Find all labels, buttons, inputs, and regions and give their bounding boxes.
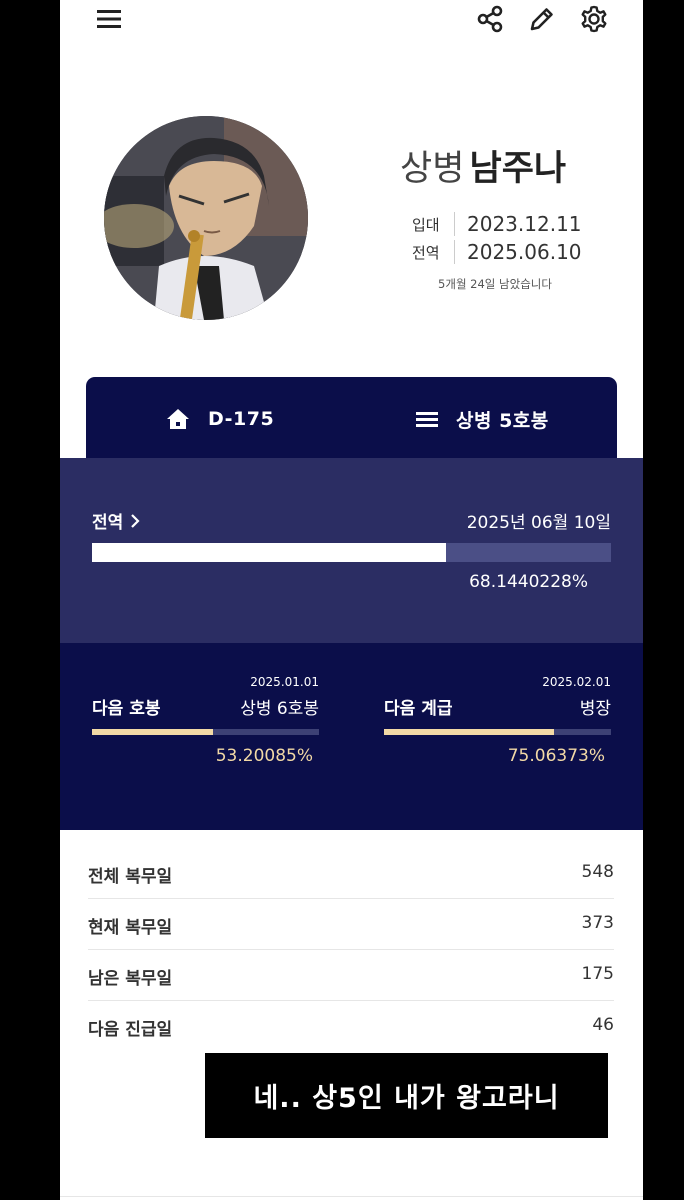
discharge-label: 전역 xyxy=(412,243,440,262)
stat-label: 현재 복무일 xyxy=(88,918,173,938)
next-rank-label: 다음 계급 xyxy=(384,699,453,719)
next-rank-value: 병장 xyxy=(579,699,611,719)
stat-row: 다음 진급일 46 xyxy=(88,1001,614,1052)
enlist-label: 입대 xyxy=(412,215,440,234)
profile-avatar[interactable] xyxy=(104,116,308,320)
dday-card: D-175 상병 5호봉 xyxy=(86,377,617,467)
discharge-row: 전역 2025.06.10 xyxy=(412,238,582,266)
stat-row: 전체 복무일 548 xyxy=(88,848,614,899)
discharge-percent: 68.1440228% xyxy=(469,572,588,592)
next-rank-bar xyxy=(384,729,611,735)
next-promotion-section: 2025.01.01 다음 호봉 상병 6호봉 53.20085% 2025.0… xyxy=(60,643,643,830)
stat-value: 373 xyxy=(581,913,614,933)
profile-name: 상병 남주나 xyxy=(400,140,566,194)
stat-value: 175 xyxy=(581,964,614,984)
next-pay-fill xyxy=(92,729,213,735)
stat-value: 46 xyxy=(592,1015,614,1035)
next-rank-date: 2025.02.01 xyxy=(542,675,611,689)
pencil-icon[interactable] xyxy=(527,4,557,34)
enlist-date: 2023.12.11 xyxy=(467,212,582,236)
stat-row: 현재 복무일 373 xyxy=(88,899,614,950)
divider xyxy=(454,212,455,236)
dday-item[interactable]: D-175 xyxy=(166,405,274,433)
next-pay-value: 상병 6호봉 xyxy=(240,699,319,719)
discharge-link[interactable]: 전역 xyxy=(92,508,140,533)
remaining-text: 5개월 24일 남았습니다 xyxy=(438,277,552,291)
discharge-section: 전역 2025년 06월 10일 68.1440228% xyxy=(60,458,643,643)
discharge-progress-label: 전역 xyxy=(92,513,124,533)
enlist-row: 입대 2023.12.11 xyxy=(412,210,582,238)
video-caption: 네.. 상5인 내가 왕고라니 xyxy=(205,1053,608,1138)
pay-grade-text: 상병 5호봉 xyxy=(456,409,549,432)
share-icon[interactable] xyxy=(475,4,505,34)
rank-text: 상병 xyxy=(400,149,465,189)
stat-row: 남은 복무일 175 xyxy=(88,950,614,1001)
service-stats: 전체 복무일 548 현재 복무일 373 남은 복무일 175 다음 진급일 … xyxy=(88,848,614,1052)
next-rank-percent: 75.06373% xyxy=(507,746,605,766)
next-pay-bar xyxy=(92,729,319,735)
discharge-progress-bar xyxy=(92,543,611,562)
next-pay-percent: 53.20085% xyxy=(215,746,313,766)
next-rank-panel: 2025.02.01 다음 계급 병장 75.06373% xyxy=(384,643,611,830)
stat-label: 남은 복무일 xyxy=(88,969,173,989)
top-bar xyxy=(60,0,643,40)
divider xyxy=(454,240,455,264)
chevron-right-icon xyxy=(131,513,140,528)
next-pay-date: 2025.01.01 xyxy=(250,675,319,689)
home-icon xyxy=(167,409,189,429)
list-icon xyxy=(416,412,438,427)
next-pay-label: 다음 호봉 xyxy=(92,699,161,719)
menu-icon[interactable] xyxy=(94,4,124,34)
name-text: 남주나 xyxy=(469,149,567,189)
stat-value: 548 xyxy=(581,862,614,882)
stat-label: 전체 복무일 xyxy=(88,867,173,887)
pay-grade-item[interactable]: 상병 5호봉 xyxy=(416,405,549,433)
discharge-full-date: 2025년 06월 10일 xyxy=(466,513,611,533)
app-screen: 상병 남주나 입대 2023.12.11 전역 2025.06.10 5개월 2… xyxy=(60,0,643,1200)
next-pay-panel: 2025.01.01 다음 호봉 상병 6호봉 53.20085% xyxy=(92,643,319,830)
discharge-progress-fill xyxy=(92,543,446,562)
service-dates: 입대 2023.12.11 전역 2025.06.10 xyxy=(412,210,582,266)
divider xyxy=(60,1196,643,1197)
next-rank-fill xyxy=(384,729,555,735)
stat-label: 다음 진급일 xyxy=(88,1020,173,1040)
discharge-date: 2025.06.10 xyxy=(467,240,582,264)
gear-icon[interactable] xyxy=(579,4,609,34)
dday-text: D-175 xyxy=(208,408,275,430)
